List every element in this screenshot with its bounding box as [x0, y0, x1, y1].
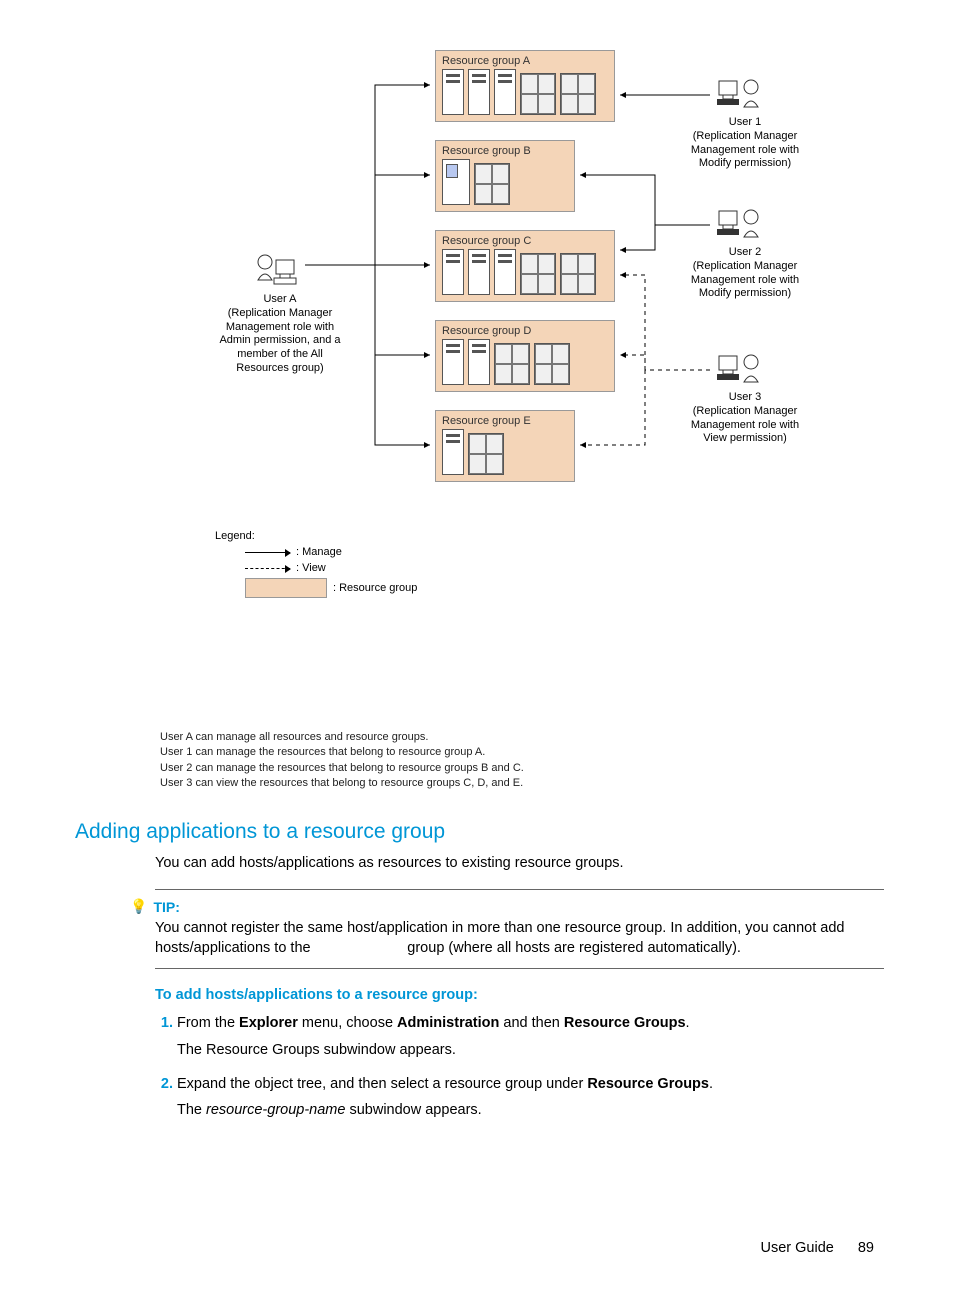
resource-group-e: Resource group E: [435, 410, 575, 482]
note-3: User 2 can manage the resources that bel…: [160, 761, 884, 776]
note-2: User 1 can manage the resources that bel…: [160, 745, 884, 760]
step-1-result: The Resource Groups subwindow appears.: [177, 1040, 884, 1060]
user-2-icon: [710, 205, 770, 248]
tip-rule-bottom: [155, 968, 884, 969]
user-2-caption: User 2 (Replication Manager Management r…: [675, 246, 815, 301]
section-intro: You can add hosts/applications as resour…: [155, 854, 884, 874]
user-1-icon: [710, 75, 770, 118]
resource-group-b: Resource group B: [435, 140, 575, 212]
user-a-caption: User A (Replication Manager Management r…: [205, 293, 355, 376]
legend-rg-label: : Resource group: [333, 582, 417, 594]
diagram-figure: Resource group A Resource group B Resour…: [155, 50, 845, 710]
tip-label: TIP:: [153, 899, 179, 915]
step-2: Expand the object tree, and then select …: [177, 1074, 884, 1121]
step-2-result: The resource-group-name subwindow appear…: [177, 1100, 884, 1120]
resource-group-c: Resource group C: [435, 230, 615, 302]
rg-a-label: Resource group A: [442, 55, 608, 67]
diagram-notes: User A can manage all resources and reso…: [160, 730, 884, 792]
note-4: User 3 can view the resources that belon…: [160, 776, 884, 791]
user-1-caption: User 1 (Replication Manager Management r…: [675, 116, 815, 171]
legend-rg-icon: [245, 578, 327, 598]
page-footer: User Guide 89: [75, 1240, 884, 1256]
resource-group-a: Resource group A: [435, 50, 615, 122]
tip-block: 💡 TIP: You cannot register the same host…: [130, 889, 884, 969]
legend-manage-label: : Manage: [296, 546, 342, 558]
legend-view-label: : View: [296, 562, 326, 574]
rg-d-label: Resource group D: [442, 325, 608, 337]
legend-title: Legend:: [215, 530, 417, 542]
procedure-steps: From the Explorer menu, choose Administr…: [155, 1013, 884, 1120]
page-number: 89: [858, 1240, 874, 1256]
user-a-icon: [245, 250, 305, 293]
lightbulb-icon: 💡: [130, 898, 147, 915]
section-heading: Adding applications to a resource group: [75, 820, 884, 844]
note-1: User A can manage all resources and reso…: [160, 730, 884, 745]
user-3-icon: [710, 350, 770, 393]
user-3-caption: User 3 (Replication Manager Management r…: [675, 391, 815, 446]
resource-group-d: Resource group D: [435, 320, 615, 392]
rg-c-label: Resource group C: [442, 235, 608, 247]
legend-manage-icon: [245, 552, 290, 553]
legend: Legend: : Manage : View : Resource group: [215, 530, 417, 602]
rg-b-label: Resource group B: [442, 145, 568, 157]
tip-text: You cannot register the same host/applic…: [155, 919, 884, 958]
legend-view-icon: [245, 568, 290, 569]
tip-rule-top: [155, 889, 884, 890]
rg-e-label: Resource group E: [442, 415, 568, 427]
step-1: From the Explorer menu, choose Administr…: [177, 1013, 884, 1060]
footer-title: User Guide: [760, 1240, 833, 1256]
procedure-subhead: To add hosts/applications to a resource …: [155, 987, 884, 1003]
